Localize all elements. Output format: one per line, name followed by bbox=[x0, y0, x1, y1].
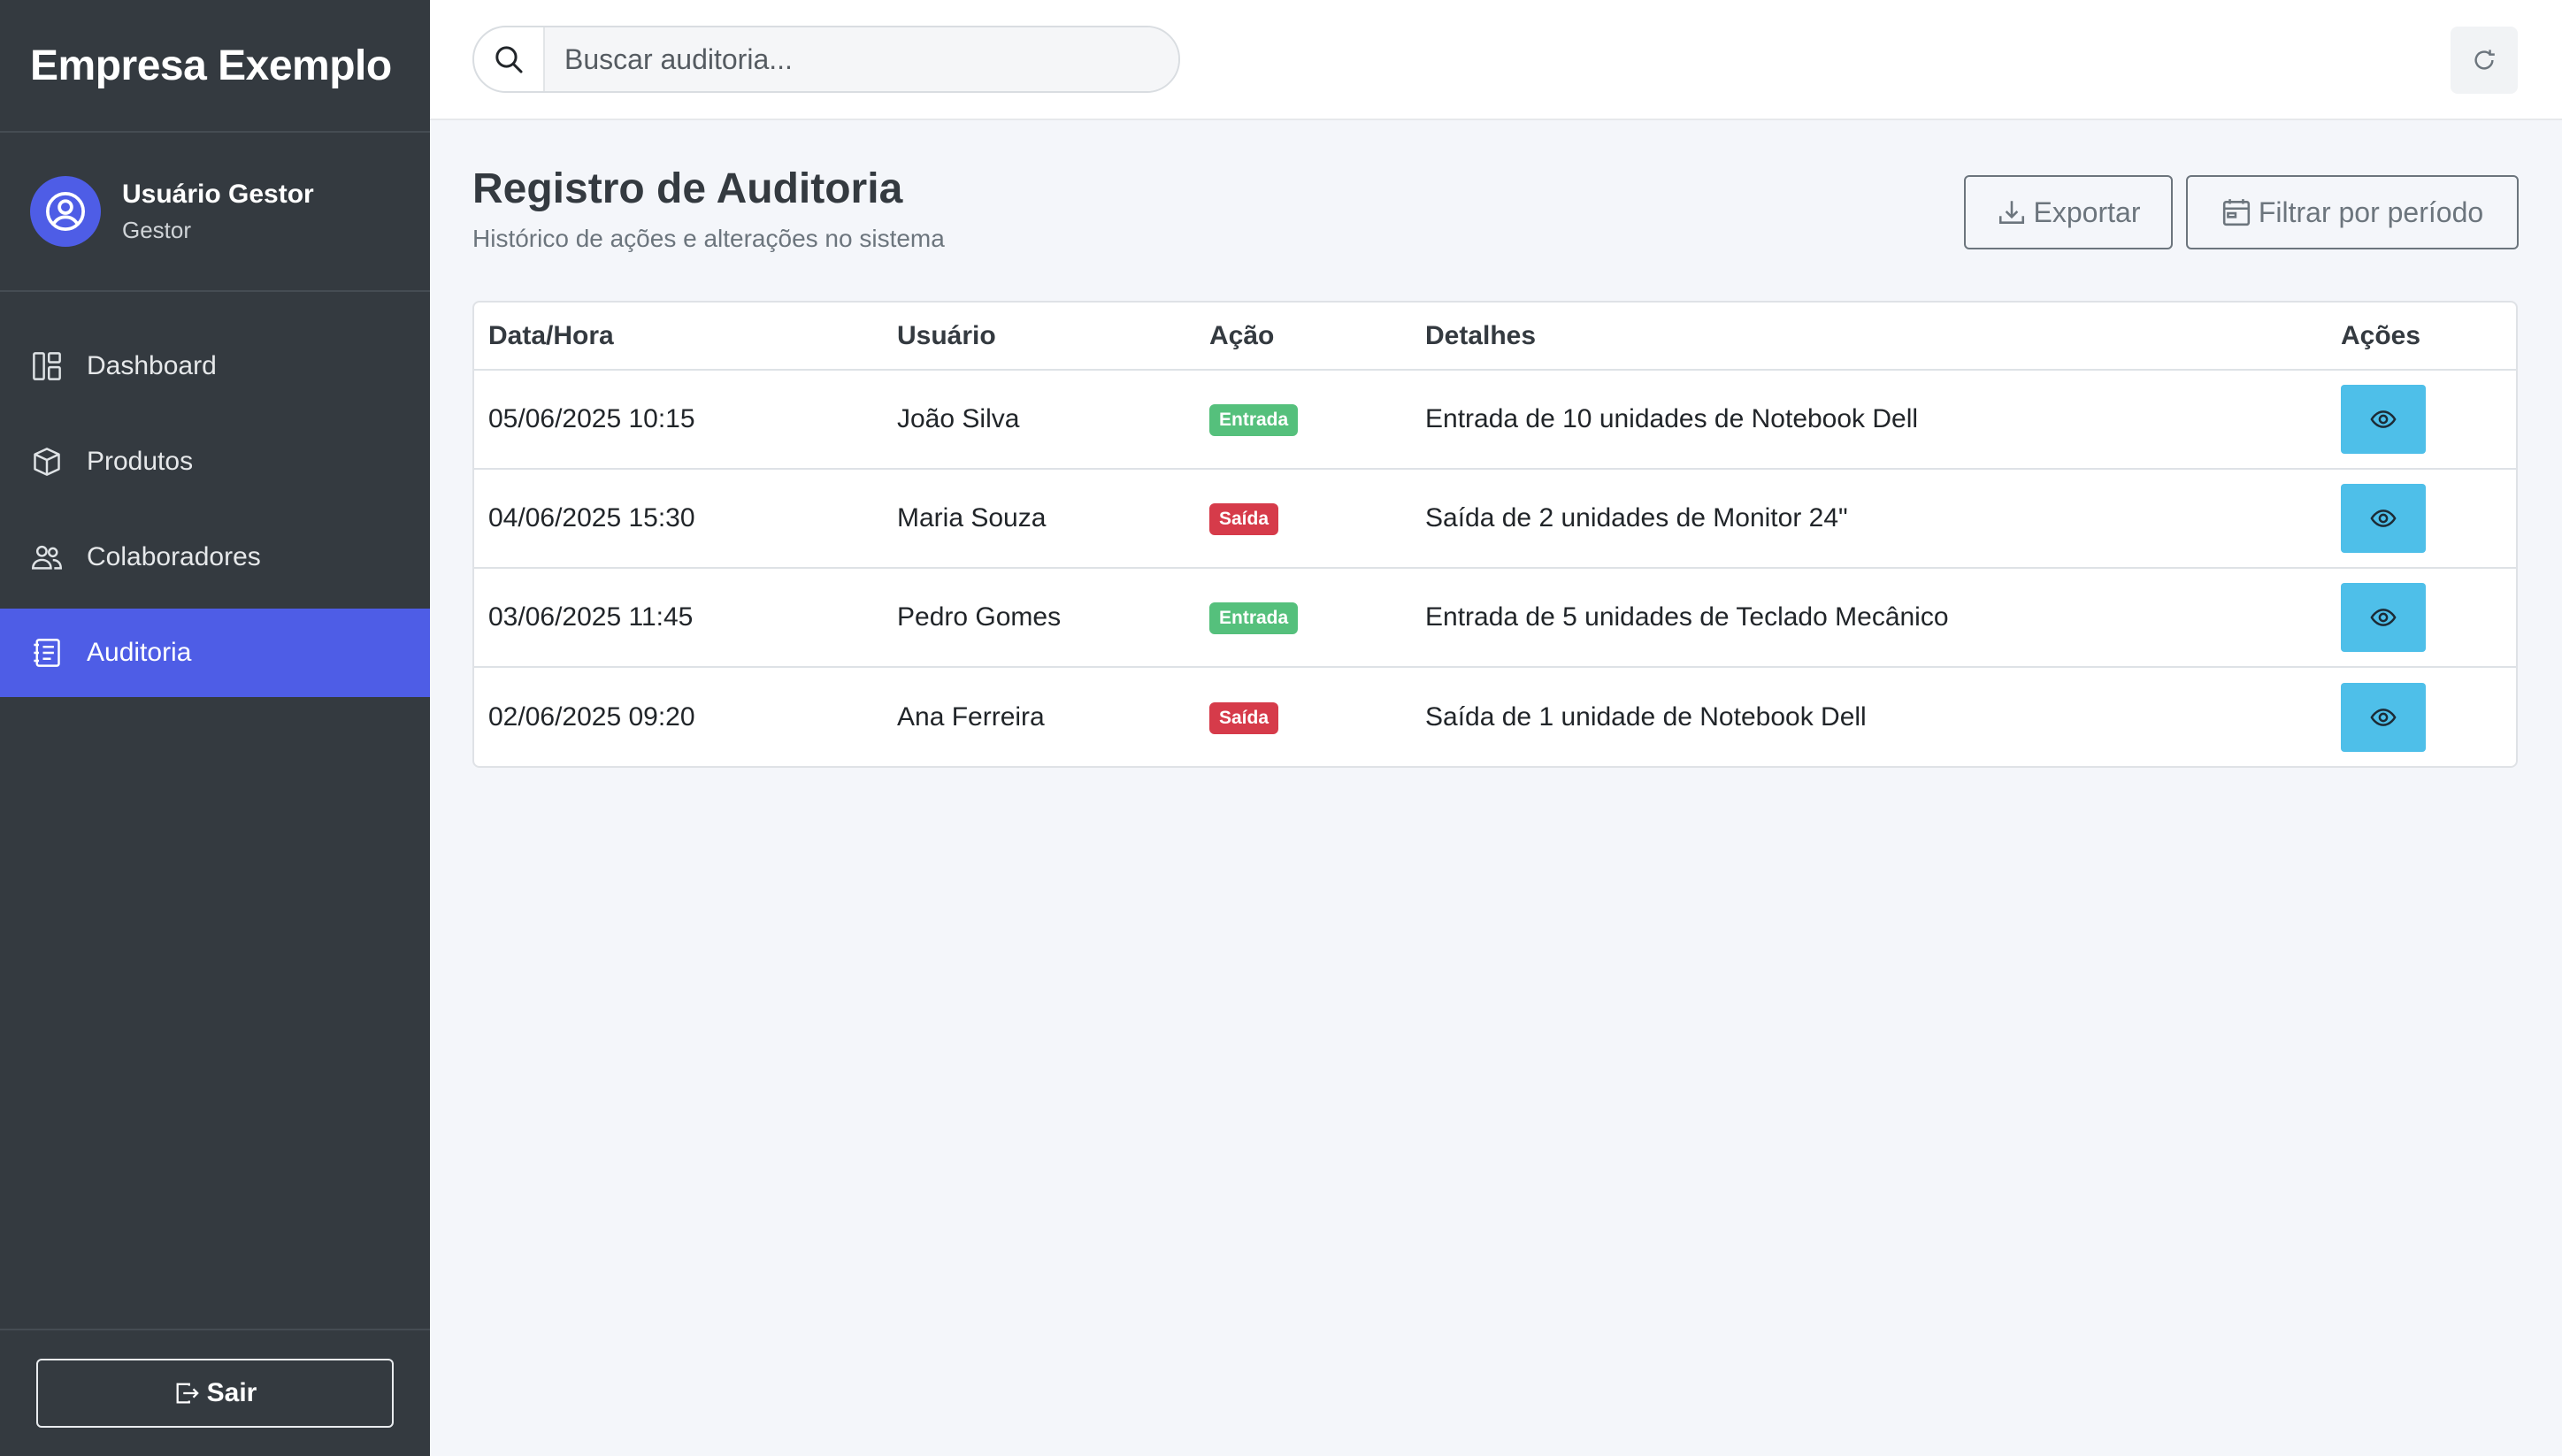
table-row: 03/06/2025 11:45 Pedro Gomes Entrada Ent… bbox=[474, 568, 2516, 668]
table-row: 02/06/2025 09:20 Ana Ferreira Saída Saíd… bbox=[474, 667, 2516, 766]
cell-user: Pedro Gomes bbox=[883, 568, 1195, 668]
sidebar-footer: Sair bbox=[0, 1329, 430, 1456]
page-title: Registro de Auditoria bbox=[472, 165, 903, 212]
logout-button[interactable]: Sair bbox=[36, 1359, 394, 1428]
company-name: Empresa Exemplo bbox=[30, 42, 392, 89]
sidebar: Empresa Exemplo Usuário Gestor Gestor Da… bbox=[0, 0, 430, 1456]
eye-icon bbox=[2370, 510, 2397, 527]
user-avatar-icon bbox=[30, 176, 101, 247]
sidebar-item-dashboard[interactable]: Dashboard bbox=[0, 322, 430, 410]
cell-datetime: 04/06/2025 15:30 bbox=[474, 469, 883, 569]
column-header-details: Detalhes bbox=[1411, 303, 2327, 371]
cell-datetime: 03/06/2025 11:45 bbox=[474, 568, 883, 668]
page-subtitle: Histórico de ações e alterações no siste… bbox=[472, 225, 945, 252]
sidebar-item-label: Auditoria bbox=[87, 638, 192, 667]
box-icon bbox=[30, 445, 64, 479]
table-row: 05/06/2025 10:15 João Silva Entrada Entr… bbox=[474, 370, 2516, 470]
sidebar-nav: Dashboard Produtos Colaboradores Auditor… bbox=[0, 322, 430, 697]
column-header-actions: Ações bbox=[2327, 303, 2516, 371]
filter-period-button[interactable]: Filtrar por período bbox=[2186, 175, 2519, 249]
sidebar-item-label: Colaboradores bbox=[87, 542, 261, 571]
table-row: 04/06/2025 15:30 Maria Souza Saída Saída… bbox=[474, 469, 2516, 569]
cell-details: Saída de 2 unidades de Monitor 24" bbox=[1411, 469, 2327, 569]
filter-period-label: Filtrar por período bbox=[2258, 195, 2484, 228]
topbar bbox=[430, 0, 2562, 120]
sidebar-item-auditoria[interactable]: Auditoria bbox=[0, 609, 430, 697]
view-details-button[interactable] bbox=[2341, 583, 2426, 652]
download-icon bbox=[1998, 201, 2024, 224]
main-content: Registro de Auditoria Histórico de ações… bbox=[472, 120, 2519, 768]
action-badge: Saída bbox=[1209, 701, 1279, 734]
audit-table-card: Data/Hora Usuário Ação Detalhes Ações 05… bbox=[472, 301, 2518, 768]
eye-icon bbox=[2370, 609, 2397, 626]
sidebar-item-label: Dashboard bbox=[87, 351, 217, 380]
export-label: Exportar bbox=[2033, 195, 2141, 228]
people-icon bbox=[30, 540, 64, 574]
user-role: Gestor bbox=[122, 216, 192, 243]
cell-details: Entrada de 5 unidades de Teclado Mecânic… bbox=[1411, 568, 2327, 668]
audit-table: Data/Hora Usuário Ação Detalhes Ações 05… bbox=[474, 303, 2516, 766]
view-details-button[interactable] bbox=[2341, 682, 2426, 752]
cell-user: Maria Souza bbox=[883, 469, 1195, 569]
cell-user: Ana Ferreira bbox=[897, 701, 1045, 732]
cell-details: Entrada de 10 unidades de Notebook Dell bbox=[1411, 370, 2327, 470]
cell-datetime: 05/06/2025 10:15 bbox=[474, 370, 883, 470]
eye-icon bbox=[2370, 708, 2397, 726]
calendar-icon bbox=[2222, 199, 2250, 226]
eye-icon bbox=[2370, 410, 2397, 428]
page-header: Registro de Auditoria Histórico de ações… bbox=[472, 120, 2519, 301]
action-badge: Entrada bbox=[1209, 602, 1299, 634]
column-header-user: Usuário bbox=[883, 303, 1195, 371]
view-details-button[interactable] bbox=[2341, 484, 2426, 553]
user-name: Usuário Gestor bbox=[122, 179, 314, 209]
action-badge: Entrada bbox=[1209, 404, 1299, 436]
dashboard-icon bbox=[30, 349, 64, 383]
cell-datetime: 02/06/2025 09:20 bbox=[488, 701, 695, 732]
logout-label: Sair bbox=[206, 1378, 257, 1407]
column-header-datetime: Data/Hora bbox=[474, 303, 883, 371]
sidebar-item-label: Produtos bbox=[87, 447, 194, 476]
action-badge: Saída bbox=[1209, 503, 1279, 535]
view-details-button[interactable] bbox=[2341, 385, 2426, 454]
table-header-row: Data/Hora Usuário Ação Detalhes Ações bbox=[474, 303, 2516, 371]
user-profile: Usuário Gestor Gestor bbox=[0, 133, 430, 292]
search-box bbox=[472, 26, 1180, 93]
export-button[interactable]: Exportar bbox=[1964, 175, 2173, 249]
logout-icon bbox=[176, 1383, 199, 1404]
refresh-icon bbox=[2474, 50, 2495, 70]
cell-user: João Silva bbox=[883, 370, 1195, 470]
sidebar-item-produtos[interactable]: Produtos bbox=[0, 418, 430, 506]
refresh-button[interactable] bbox=[2451, 27, 2518, 94]
search-icon[interactable] bbox=[474, 27, 545, 91]
search-input[interactable] bbox=[545, 27, 1178, 91]
journal-icon bbox=[30, 636, 64, 670]
brand: Empresa Exemplo bbox=[0, 0, 430, 133]
sidebar-item-colaboradores[interactable]: Colaboradores bbox=[0, 513, 430, 602]
cell-details: Saída de 1 unidade de Notebook Dell bbox=[1425, 701, 1867, 732]
column-header-action: Ação bbox=[1195, 303, 1411, 371]
